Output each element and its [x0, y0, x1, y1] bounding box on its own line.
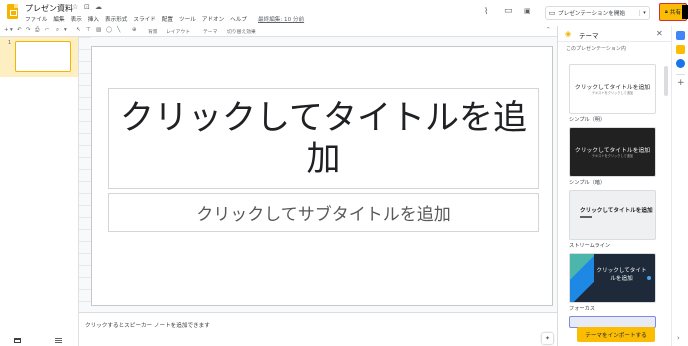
plus-icon[interactable]: + — [677, 78, 685, 88]
subtitle-placeholder[interactable]: クリックしてサブタイトルを追加 — [108, 193, 539, 232]
theme-card-simple-dark[interactable]: クリックしてタイトルを追加 テキストをクリックして追加 — [569, 127, 656, 177]
palette-icon: ◉ — [565, 30, 572, 38]
line-icon[interactable]: ╲ — [117, 27, 120, 33]
star-icon[interactable]: ☆ — [72, 3, 78, 11]
slide-number: 1 — [8, 40, 12, 46]
view-controls — [0, 336, 79, 346]
theme-card-accent-bar — [580, 216, 592, 218]
title-placeholder[interactable]: クリックしてタイトルを追加 — [108, 88, 539, 189]
theme-card-title: クリックしてタイトルを追加 — [596, 268, 647, 282]
background-button[interactable]: 背景 — [148, 28, 158, 35]
slide-thumb-selected[interactable]: 1 — [0, 37, 78, 77]
theme-card-decoration — [570, 254, 594, 302]
transition-button[interactable]: 切り替え効果 — [227, 28, 256, 35]
side-panel-divider — [676, 74, 685, 75]
tasks-icon[interactable] — [676, 59, 685, 68]
activity-trend-icon[interactable]: ⌇ — [484, 7, 488, 17]
cloud-status-icon[interactable]: ☁ — [95, 3, 102, 11]
filmstrip: 1 — [0, 37, 79, 336]
slides-logo-icon[interactable] — [7, 4, 18, 19]
text-box-icon[interactable]: ⊤ — [86, 27, 91, 33]
undo-icon[interactable]: ↶ — [17, 27, 22, 33]
menu-insert[interactable]: 挿入 — [88, 15, 99, 23]
shape-icon[interactable]: ◯ — [106, 27, 112, 33]
chevron-down-icon[interactable]: ▾ — [639, 10, 649, 16]
select-icon[interactable]: ↖ — [76, 27, 81, 33]
speaker-notes-placeholder: クリックするとスピーカー ノートを追加できます — [85, 323, 210, 329]
import-theme-button[interactable]: テーマをインポートする — [577, 327, 655, 342]
image-icon[interactable]: ▨ — [96, 27, 101, 33]
menu-format[interactable]: 表示形式 — [105, 15, 127, 23]
menu-arrange[interactable]: 配置 — [162, 15, 173, 23]
slide-title: クリックしてタイトルを追加 — [120, 97, 527, 179]
slide-canvas: クリックしてタイトルを追加 クリックしてサブタイトルを追加 — [79, 37, 557, 312]
theme-card-dot — [647, 276, 651, 280]
theme-name: フォーカス — [569, 306, 595, 312]
new-slide-icon[interactable]: + — [4, 27, 9, 33]
theme-card-streamline[interactable]: クリックしてタイトルを追加 — [569, 190, 656, 240]
theme-name: シンプル（明） — [569, 117, 606, 123]
menu-addons[interactable]: アドオン — [202, 15, 224, 23]
lock-icon: 🔒︎ — [664, 8, 668, 15]
chevron-up-icon[interactable]: ⌃ — [546, 27, 551, 33]
menu-slide[interactable]: スライド — [133, 15, 155, 23]
grid-view-icon[interactable] — [14, 338, 21, 343]
layout-button[interactable]: レイアウト — [166, 28, 190, 35]
theme-name: シンプル（暗） — [569, 180, 606, 186]
share-label: 共有 — [669, 10, 682, 16]
present-icon: ▭ — [548, 9, 556, 17]
comment-icon[interactable]: ▭ — [504, 6, 513, 16]
paint-format-icon[interactable]: ⌐ — [45, 27, 50, 33]
present-mode-icon[interactable]: ▣ — [524, 7, 531, 15]
slide[interactable]: クリックしてタイトルを追加 クリックしてサブタイトルを追加 — [91, 46, 553, 306]
theme-card-title: クリックしてタイトルを追加 — [580, 208, 653, 214]
filmstrip-view-icon[interactable] — [55, 338, 62, 343]
keep-icon[interactable] — [676, 45, 685, 54]
theme-card-simple-light[interactable]: クリックしてタイトルを追加 テキストをクリックして追加 — [569, 64, 656, 114]
theme-section-label: このプレゼンテーション内 — [566, 46, 626, 52]
slide-thumbnail[interactable] — [15, 41, 71, 72]
menu-view[interactable]: 表示 — [71, 15, 82, 23]
move-to-folder-icon[interactable]: ⊡ — [84, 3, 90, 11]
calendar-icon[interactable] — [676, 31, 685, 40]
theme-button[interactable]: テーマ — [203, 28, 217, 35]
menu-bar: ファイル 編集 表示 挿入 表示形式 スライド 配置 ツール アドオン ヘルプ — [25, 15, 247, 23]
speaker-notes[interactable]: クリックするとスピーカー ノートを追加できます ✦ — [79, 312, 557, 346]
header: プレゼン資料 ☆ ⊡ ☁ ファイル 編集 表示 挿入 表示形式 スライド 配置 … — [0, 0, 688, 26]
menu-help[interactable]: ヘルプ — [230, 15, 247, 23]
account-avatar[interactable] — [682, 5, 688, 19]
menu-edit[interactable]: 編集 — [53, 15, 64, 23]
present-label: プレゼンテーションを開始 — [558, 11, 626, 17]
print-icon[interactable]: ⎙ — [35, 27, 39, 34]
theme-card-subtitle: テキストをクリックして追加 — [591, 154, 634, 158]
theme-panel-header: ◉ テーマ ✕ — [558, 26, 671, 42]
theme-panel-scrollbar[interactable] — [664, 66, 668, 96]
redo-icon[interactable]: ↷ — [26, 27, 31, 33]
comment-add-icon[interactable]: ⊕ — [132, 27, 137, 33]
theme-name: ストリームライン — [569, 243, 611, 249]
last-edit-link[interactable]: 最終編集: 10 分前 — [258, 15, 304, 23]
theme-panel-title: テーマ — [579, 32, 599, 40]
close-icon[interactable]: ✕ — [656, 29, 663, 38]
toolbar: + ▾ ↶ ↷ ⎙ ⌐ ⌕ ▾ ↖ ⊤ ▨ ◯ ╲ ⊕ 背景 レイアウト テーマ… — [0, 26, 557, 37]
present-button[interactable]: ▭ プレゼンテーションを開始 ▾ — [545, 6, 650, 20]
zoom-icon[interactable]: ⌕ — [56, 27, 59, 34]
menu-file[interactable]: ファイル — [25, 15, 47, 23]
chevron-down-icon[interactable]: ▾ — [10, 27, 13, 33]
menu-tools[interactable]: ツール — [179, 15, 196, 23]
theme-panel: ◉ テーマ ✕ このプレゼンテーション内 クリックしてタイトルを追加 テキストを… — [557, 26, 671, 346]
side-panel: + › — [671, 26, 688, 346]
chevron-right-icon[interactable]: › — [677, 334, 680, 342]
theme-card-subtitle: テキストをクリックして追加 — [591, 91, 634, 95]
slide-subtitle: クリックしてサブタイトルを追加 — [196, 205, 451, 225]
chevron-down-icon[interactable]: ▾ — [64, 27, 67, 33]
document-title[interactable]: プレゼン資料 — [25, 3, 73, 14]
theme-card-focus[interactable]: クリックしてタイトルを追加 — [569, 253, 656, 303]
explore-icon[interactable]: ✦ — [542, 333, 553, 344]
